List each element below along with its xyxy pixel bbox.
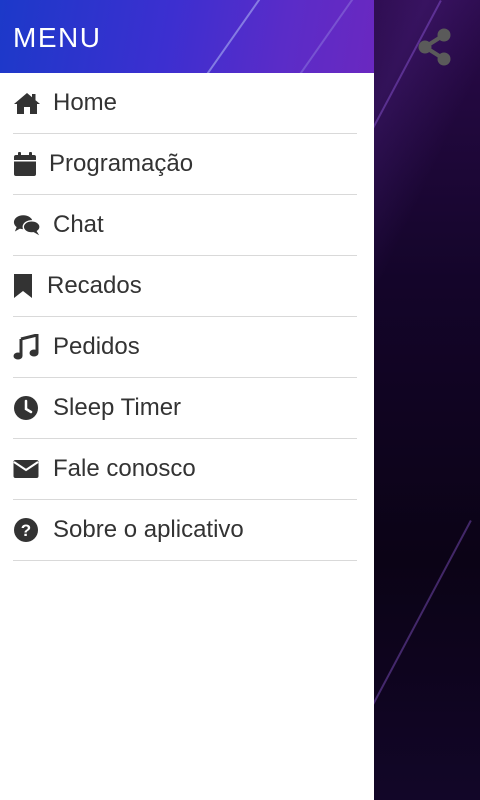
header-light-streak xyxy=(195,0,267,73)
menu-item-chat[interactable]: Chat xyxy=(13,195,357,256)
menu-item-pedidos[interactable]: Pedidos xyxy=(13,317,357,378)
clock-icon xyxy=(13,394,41,422)
navigation-drawer: MENU Home Programação Chat Recados Pedid… xyxy=(0,0,374,800)
chat-icon xyxy=(13,211,41,239)
svg-text:?: ? xyxy=(21,521,31,540)
bookmark-icon xyxy=(13,272,35,300)
drawer-header: MENU xyxy=(0,0,374,73)
menu-item-sleep-timer[interactable]: Sleep Timer xyxy=(13,378,357,439)
music-note-icon xyxy=(13,333,41,361)
home-icon xyxy=(13,89,41,117)
menu-item-label: Chat xyxy=(53,211,104,238)
menu-title: MENU xyxy=(13,22,102,53)
envelope-icon xyxy=(13,455,41,483)
menu-item-label: Home xyxy=(53,89,118,116)
menu-item-label: Pedidos xyxy=(53,333,140,360)
menu-list: Home Programação Chat Recados Pedidos Sl… xyxy=(0,73,374,561)
calendar-icon xyxy=(13,150,37,178)
share-button[interactable] xyxy=(414,26,456,68)
share-icon xyxy=(418,28,451,66)
menu-item-label: Sobre o aplicativo xyxy=(53,516,244,543)
menu-item-label: Sleep Timer xyxy=(53,394,182,421)
menu-item-home[interactable]: Home xyxy=(13,73,357,134)
menu-item-recados[interactable]: Recados xyxy=(13,256,357,317)
menu-item-fale-conosco[interactable]: Fale conosco xyxy=(13,439,357,500)
menu-item-programacao[interactable]: Programação xyxy=(13,134,357,195)
menu-item-sobre[interactable]: ? Sobre o aplicativo xyxy=(13,500,357,561)
menu-item-label: Programação xyxy=(49,150,194,177)
header-light-streak xyxy=(295,0,367,73)
question-circle-icon: ? xyxy=(13,516,41,544)
menu-item-label: Fale conosco xyxy=(53,455,196,482)
menu-item-label: Recados xyxy=(47,272,142,299)
